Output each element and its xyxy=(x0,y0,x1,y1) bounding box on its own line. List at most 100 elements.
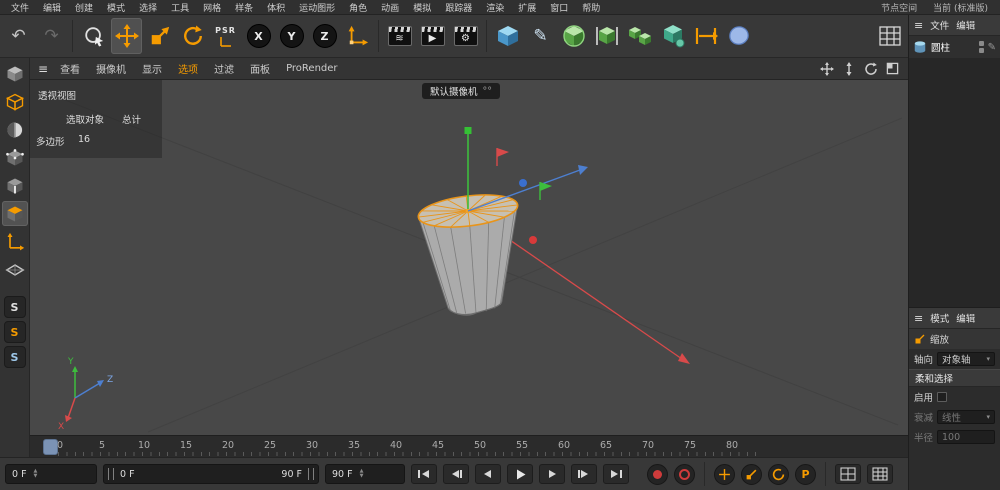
model-mode-button[interactable] xyxy=(2,89,28,114)
prev-key-button[interactable] xyxy=(443,464,469,484)
object-visibility-dots[interactable] xyxy=(979,41,984,53)
menu-window[interactable]: 窗口 xyxy=(543,0,575,15)
next-frame-button[interactable] xyxy=(539,464,565,484)
end-frame-stepper[interactable]: ▲▼ xyxy=(353,469,364,480)
y-axis-lock-button[interactable]: Y xyxy=(276,18,307,54)
end-frame-field[interactable]: 90 F ▲▼ xyxy=(325,464,405,484)
vp-menu-prorender[interactable]: ProRender xyxy=(278,63,345,74)
menu-select[interactable]: 选择 xyxy=(132,0,164,15)
menu-render[interactable]: 渲染 xyxy=(479,0,511,15)
make-editable-button[interactable] xyxy=(2,61,28,86)
scale-tool-button[interactable] xyxy=(144,18,175,54)
current-frame-field[interactable]: 0 F ▲▼ xyxy=(5,464,97,484)
soft-selection-header[interactable]: 柔和选择 xyxy=(909,369,1000,387)
keyframe-scale-button[interactable] xyxy=(741,464,762,485)
point-mode-button[interactable] xyxy=(2,145,28,170)
tab-mode[interactable]: 模式 xyxy=(930,311,949,325)
object-axis-mode-button[interactable] xyxy=(2,229,28,254)
menu-help[interactable]: 帮助 xyxy=(575,0,607,15)
range-start-handle[interactable] xyxy=(108,468,114,480)
menu-volume[interactable]: 体积 xyxy=(260,0,292,15)
menu-character[interactable]: 角色 xyxy=(342,0,374,15)
viewport-menu-icon[interactable]: ≡ xyxy=(34,62,52,76)
menu-spline[interactable]: 样条 xyxy=(228,0,260,15)
tab-edit2[interactable]: 编辑 xyxy=(956,311,975,325)
object-manager-menu-icon[interactable]: ≡ xyxy=(914,19,923,32)
gizmo-z-axis[interactable] xyxy=(468,170,580,211)
vp-menu-panel[interactable]: 面板 xyxy=(242,61,278,76)
coordinate-system-button[interactable] xyxy=(342,18,373,54)
menu-tools[interactable]: 工具 xyxy=(164,0,196,15)
radius-field[interactable]: 100 xyxy=(937,430,995,444)
edge-mode-button[interactable] xyxy=(2,173,28,198)
menu-simulate[interactable]: 模拟 xyxy=(406,0,438,15)
volume-builder-button[interactable] xyxy=(723,18,754,54)
vp-menu-display[interactable]: 显示 xyxy=(134,61,170,76)
object-manager-empty-area[interactable] xyxy=(909,58,1000,308)
content-browser-button[interactable] xyxy=(874,18,905,54)
viewport-toggle-icon[interactable] xyxy=(886,62,899,75)
quantize-button[interactable]: S xyxy=(4,346,26,368)
viewport-canvas[interactable]: Y Z X 透视视图 选取对象 总计 多边形 16 默认摄像机 °° xyxy=(30,80,908,435)
timeline-ruler[interactable]: 0 5 10 15 20 25 30 35 40 45 50 55 60 65 … xyxy=(30,435,908,457)
keyframe-selection-button[interactable] xyxy=(835,464,861,484)
rotate-tool-button[interactable] xyxy=(177,18,208,54)
render-to-picture-button[interactable]: ▶ xyxy=(417,18,448,54)
instance-button[interactable] xyxy=(591,18,622,54)
vp-menu-camera[interactable]: 摄像机 xyxy=(88,61,134,76)
range-end-handle[interactable] xyxy=(308,468,314,480)
field-button[interactable] xyxy=(657,18,688,54)
move-tool-button[interactable] xyxy=(111,18,142,54)
keyframe-rotation-button[interactable] xyxy=(768,464,789,485)
camera-label-pill[interactable]: 默认摄像机 °° xyxy=(422,83,500,99)
menu-extensions[interactable]: 扩展 xyxy=(511,0,543,15)
view-label[interactable]: 透视视图 xyxy=(38,88,76,102)
goto-start-button[interactable] xyxy=(411,464,437,484)
add-primitive-button[interactable] xyxy=(492,18,523,54)
record-keyframe-button[interactable] xyxy=(647,464,668,485)
vp-menu-view[interactable]: 查看 xyxy=(52,61,88,76)
gizmo-z-handle[interactable] xyxy=(519,179,527,187)
menu-mesh[interactable]: 网格 xyxy=(196,0,228,15)
prev-frame-button[interactable] xyxy=(475,464,501,484)
enable-checkbox[interactable] xyxy=(937,392,947,402)
connect-button[interactable] xyxy=(690,18,721,54)
keyframe-position-button[interactable] xyxy=(714,464,735,485)
falloff-dropdown[interactable]: 线性 ▾ xyxy=(937,410,995,424)
live-selection-button[interactable] xyxy=(78,18,109,54)
viewport-orbit-icon[interactable] xyxy=(864,62,878,76)
menu-file[interactable]: 文件 xyxy=(4,0,36,15)
snap-modes-button[interactable]: S xyxy=(4,321,26,343)
axis-option-dropdown[interactable]: 对象轴 ▾ xyxy=(937,352,995,366)
node-space-value[interactable]: 当前 (标准版) xyxy=(933,1,988,14)
menu-animate[interactable]: 动画 xyxy=(374,0,406,15)
menu-create[interactable]: 创建 xyxy=(68,0,100,15)
vp-menu-filter[interactable]: 过滤 xyxy=(206,61,242,76)
object-edit-icon[interactable]: ✎ xyxy=(988,42,996,53)
spline-pen-button[interactable]: ✎ xyxy=(525,18,556,54)
gizmo-x-handle[interactable] xyxy=(529,236,537,244)
menu-mode[interactable]: 模式 xyxy=(100,0,132,15)
object-list-item-cylinder[interactable]: 圆柱 ✎ xyxy=(909,36,1000,58)
tab-edit[interactable]: 编辑 xyxy=(956,18,975,32)
subdivision-surface-button[interactable] xyxy=(558,18,589,54)
tab-file[interactable]: 文件 xyxy=(930,18,949,32)
goto-end-button[interactable] xyxy=(603,464,629,484)
preview-range-slider[interactable]: 0 F 90 F xyxy=(103,464,319,484)
texture-mode-button[interactable] xyxy=(2,117,28,142)
attribute-manager-menu-icon[interactable]: ≡ xyxy=(914,312,923,325)
viewport-pan-icon[interactable] xyxy=(820,62,834,76)
psr-tool-button[interactable]: PSR xyxy=(210,18,241,54)
workplane-button[interactable] xyxy=(2,257,28,282)
render-settings-button[interactable]: ⚙ xyxy=(450,18,481,54)
next-key-button[interactable] xyxy=(571,464,597,484)
polygon-mode-button[interactable] xyxy=(2,201,28,226)
menu-tracker[interactable]: 跟踪器 xyxy=(438,0,479,15)
autokey-button[interactable] xyxy=(674,464,695,485)
menu-mograph[interactable]: 运动图形 xyxy=(292,0,342,15)
gizmo-plane-handles[interactable] xyxy=(497,148,552,200)
vp-menu-options[interactable]: 选项 xyxy=(170,61,206,76)
keyframe-parameter-button[interactable]: P xyxy=(795,464,816,485)
menu-edit[interactable]: 编辑 xyxy=(36,0,68,15)
snap-enable-button[interactable]: S xyxy=(4,296,26,318)
